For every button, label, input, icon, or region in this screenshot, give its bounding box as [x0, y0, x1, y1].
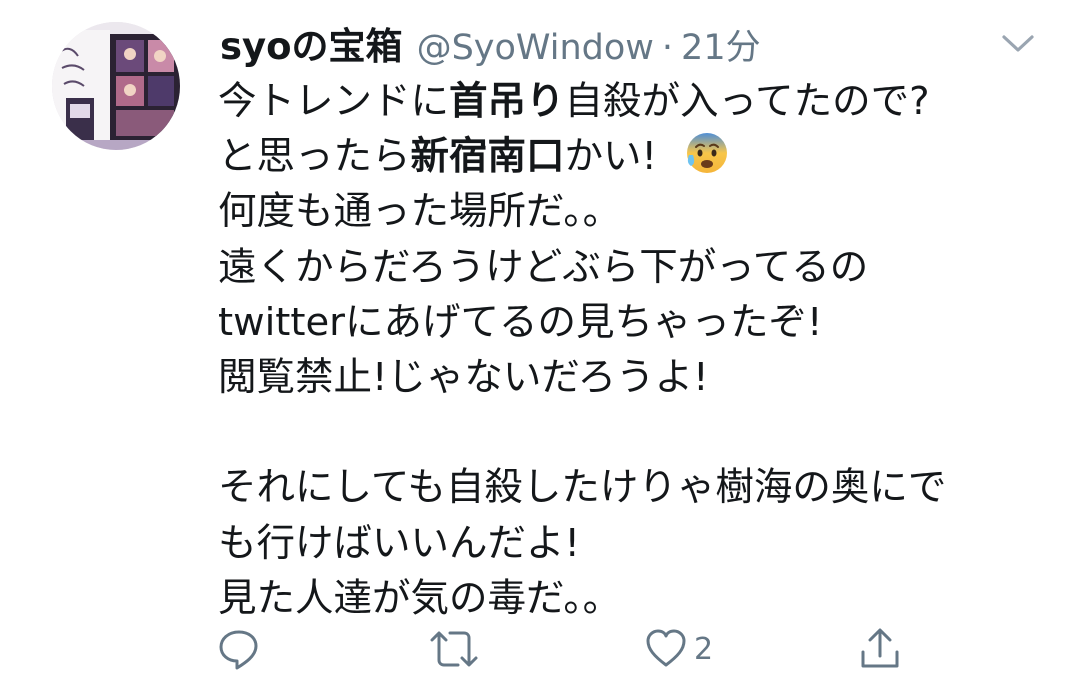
share-icon [857, 626, 903, 672]
tweet[interactable]: syoの宝箱 @SyoWindow · 21分 今トレンドに首吊り自殺が入ってた… [0, 0, 1080, 681]
avatar[interactable] [52, 22, 180, 150]
tweet-header: syoの宝箱 @SyoWindow · 21分 [220, 16, 761, 68]
tweet-line: と思ったら新宿南口かい! [218, 129, 1058, 184]
tweet-line: 見た人達が気の毒だ。。 [218, 575, 622, 621]
like-button[interactable]: 2 [644, 624, 713, 674]
retweet-button[interactable] [428, 624, 480, 674]
tweet-text: 今トレンドに首吊り自殺が入ってたので? と思ったら新宿南口かい! 何度も通った場… [218, 74, 1058, 626]
timestamp[interactable]: 21分 [681, 19, 761, 70]
chevron-down-icon[interactable] [998, 30, 1038, 56]
reply-icon [216, 626, 262, 672]
tweet-line: も行けばいいんだよ! [218, 520, 580, 566]
tweet-line: 遠くからだろうけどぶら下がってるの [218, 244, 869, 290]
tweet-line: 閲覧禁止!じゃないだろうよ! [218, 354, 709, 400]
tweet-line: 何度も通った場所だ。。 [218, 189, 622, 235]
like-count: 2 [694, 631, 714, 667]
highlighted-keyword: 新宿南口 [410, 134, 565, 180]
tweet-line: それにしても自殺したけりゃ樹海の奥にで [218, 465, 947, 511]
user-handle[interactable]: @SyoWindow [417, 28, 654, 68]
tweet-line: twitterにあげてるの見ちゃったぞ! [218, 299, 823, 345]
anxious-face-emoji-icon [685, 131, 729, 175]
heart-icon [644, 627, 688, 671]
highlighted-keyword: 首吊り [449, 79, 565, 124]
tweet-actions: 2 [0, 624, 1080, 674]
tweet-line: 今トレンドに首吊り自殺が入ってたので? [218, 79, 930, 124]
reply-button[interactable] [216, 624, 262, 674]
share-button[interactable] [857, 624, 903, 674]
separator-dot: · [661, 28, 674, 68]
display-name[interactable]: syoの宝箱 [220, 16, 403, 70]
retweet-icon [428, 626, 480, 672]
